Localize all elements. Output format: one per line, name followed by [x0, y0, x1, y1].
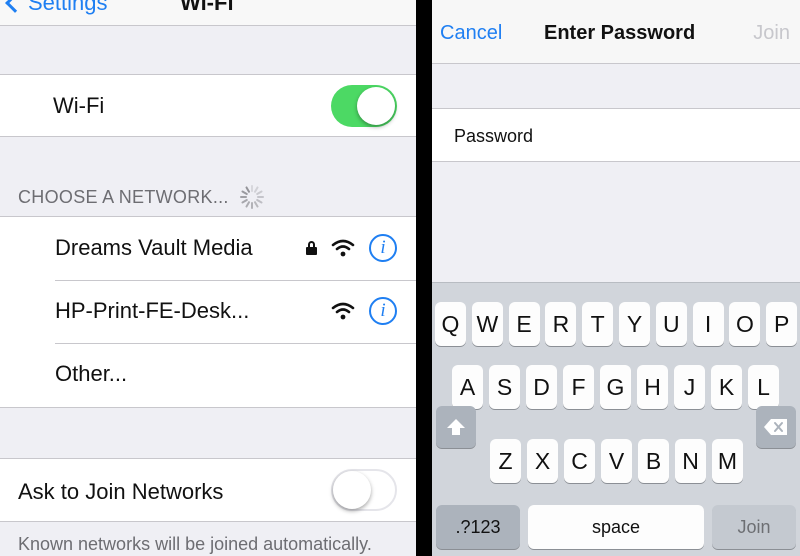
- password-label: Password: [454, 126, 534, 146]
- key-q[interactable]: Q: [435, 302, 466, 346]
- key-d[interactable]: D: [526, 365, 557, 409]
- password-row: Password: [432, 108, 800, 162]
- network-name: Dreams Vault Media: [55, 235, 253, 260]
- panel-divider: [416, 0, 432, 556]
- space-key[interactable]: space: [528, 505, 704, 549]
- ask-to-join-row: Ask to Join Networks: [0, 458, 416, 522]
- ask-to-join-label: Ask to Join Networks: [18, 479, 224, 504]
- key-e[interactable]: E: [508, 302, 540, 346]
- network-info-icon[interactable]: i: [369, 234, 397, 262]
- lock-icon: [306, 241, 317, 255]
- nav-title: Wi-Fi: [180, 0, 234, 15]
- key-o[interactable]: O: [729, 302, 761, 346]
- key-c[interactable]: C: [564, 439, 595, 483]
- key-s[interactable]: S: [489, 365, 520, 409]
- wifi-signal-icon: [331, 302, 355, 320]
- choose-network-header: CHOOSE A NETWORK...: [18, 184, 265, 210]
- key-w[interactable]: W: [471, 302, 503, 346]
- key-g[interactable]: G: [600, 365, 631, 409]
- network-row-hp-print[interactable]: HP-Print-FE-Desk... i: [0, 280, 416, 343]
- toggle-knob: [333, 471, 371, 509]
- delete-key[interactable]: [756, 406, 796, 448]
- onscreen-keyboard: QWERTYUIOP ASDFGHJKL ZXCVBNM .?123 space…: [432, 282, 800, 556]
- wifi-signal-icon: [331, 239, 355, 257]
- password-nav-bar: Cancel Enter Password Join: [432, 0, 800, 64]
- key-b[interactable]: B: [638, 439, 669, 483]
- key-z[interactable]: Z: [490, 439, 521, 483]
- network-list: Dreams Vault Media i HP-Print-FE-Desk...…: [0, 216, 416, 408]
- network-name: Other...: [55, 361, 128, 386]
- key-a[interactable]: A: [452, 365, 483, 409]
- key-v[interactable]: V: [601, 439, 632, 483]
- ask-to-join-toggle[interactable]: [331, 469, 397, 511]
- key-l[interactable]: L: [748, 365, 779, 409]
- key-r[interactable]: R: [545, 302, 577, 346]
- key-f[interactable]: F: [563, 365, 594, 409]
- key-h[interactable]: H: [637, 365, 668, 409]
- key-x[interactable]: X: [527, 439, 558, 483]
- network-name: HP-Print-FE-Desk...: [55, 298, 250, 323]
- back-button[interactable]: Settings: [5, 0, 108, 16]
- join-button[interactable]: Join: [753, 22, 790, 45]
- back-button-label: Settings: [28, 0, 108, 15]
- network-info-icon[interactable]: i: [369, 297, 397, 325]
- key-n[interactable]: N: [675, 439, 706, 483]
- wifi-settings-screen: Settings Wi-Fi Wi-Fi CHOOSE A NETWORK...…: [0, 0, 416, 556]
- wifi-toggle-row: Wi-Fi: [0, 74, 416, 137]
- wifi-label: Wi-Fi: [53, 93, 105, 118]
- wifi-toggle[interactable]: [331, 85, 397, 127]
- chevron-left-icon: [5, 0, 25, 13]
- shift-key[interactable]: [436, 406, 476, 448]
- key-m[interactable]: M: [712, 439, 743, 483]
- key-u[interactable]: U: [655, 302, 687, 346]
- keyboard-join-key[interactable]: Join: [712, 505, 796, 549]
- key-t[interactable]: T: [582, 302, 614, 346]
- network-row-other[interactable]: Other...: [0, 343, 416, 406]
- loading-spinner-icon: [239, 184, 265, 210]
- network-row-dreams-vault-media[interactable]: Dreams Vault Media i: [0, 217, 416, 280]
- enter-password-screen: Cancel Enter Password Join Password QWER…: [432, 0, 800, 556]
- cancel-button[interactable]: Cancel: [440, 22, 502, 45]
- password-input[interactable]: [552, 119, 782, 153]
- key-p[interactable]: P: [766, 302, 798, 346]
- key-k[interactable]: K: [711, 365, 742, 409]
- key-i[interactable]: I: [692, 302, 724, 346]
- key-y[interactable]: Y: [619, 302, 650, 346]
- nav-title: Enter Password: [544, 22, 696, 44]
- ask-to-join-footer: Known networks will be joined automatica…: [18, 534, 372, 554]
- shift-arrow-icon: [447, 419, 465, 435]
- toggle-knob: [357, 87, 395, 125]
- numbers-key[interactable]: .?123: [436, 505, 520, 549]
- section-header-label: CHOOSE A NETWORK...: [18, 186, 229, 207]
- key-j[interactable]: J: [674, 365, 705, 409]
- settings-nav-bar: Settings Wi-Fi: [0, 0, 416, 26]
- backspace-icon: [764, 419, 787, 435]
